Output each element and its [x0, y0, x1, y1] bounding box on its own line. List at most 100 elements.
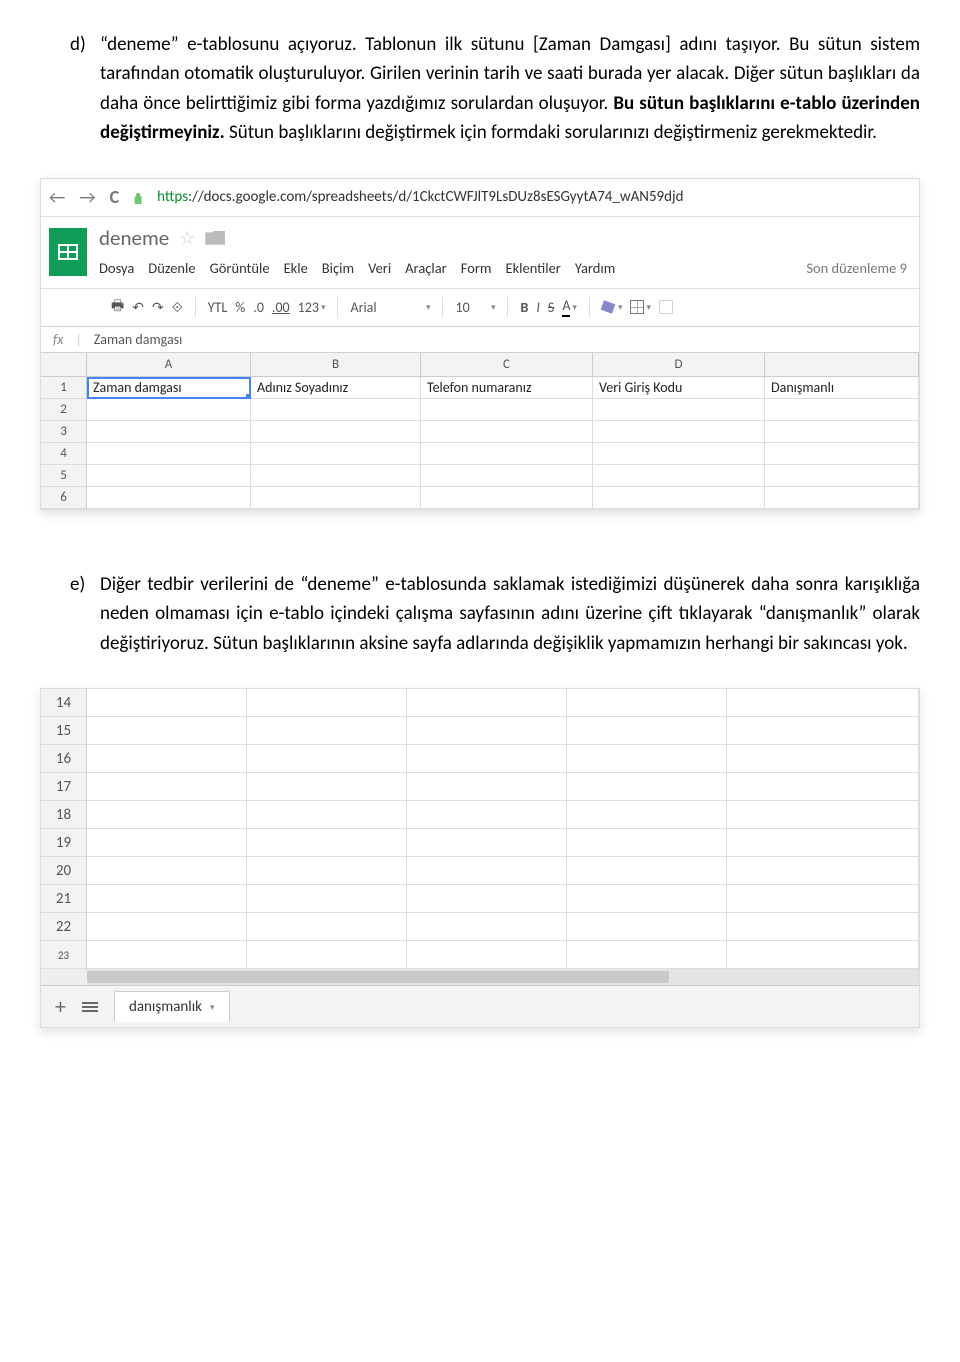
paint-format-icon[interactable]: ⟐ — [172, 299, 183, 316]
row-header[interactable]: 3 — [41, 421, 87, 443]
cell[interactable] — [247, 745, 407, 773]
dec-more-button[interactable]: .00 — [272, 299, 290, 316]
cell[interactable] — [567, 689, 727, 717]
cell[interactable] — [567, 885, 727, 913]
row-header[interactable]: 6 — [41, 487, 87, 509]
cell[interactable] — [407, 801, 567, 829]
cell[interactable] — [593, 399, 765, 421]
cell[interactable] — [407, 745, 567, 773]
cell[interactable] — [251, 443, 421, 465]
cell[interactable] — [87, 913, 247, 941]
cell[interactable] — [247, 801, 407, 829]
cell[interactable] — [87, 717, 247, 745]
cell[interactable] — [593, 421, 765, 443]
cell-b1[interactable]: Adınız Soyadınız — [251, 377, 421, 399]
cell-d1[interactable]: Veri Giriş Kodu — [593, 377, 765, 399]
cell[interactable] — [727, 885, 919, 913]
forward-icon[interactable]: → — [79, 186, 95, 208]
cell[interactable] — [251, 399, 421, 421]
cell[interactable] — [247, 885, 407, 913]
borders-button[interactable]: ▾ — [630, 300, 651, 314]
redo-icon[interactable]: ↷ — [152, 299, 164, 316]
cell[interactable] — [407, 717, 567, 745]
cell[interactable] — [251, 487, 421, 509]
row-header[interactable]: 20 — [41, 857, 87, 885]
cell[interactable] — [727, 913, 919, 941]
italic-button[interactable]: I — [536, 299, 540, 316]
url-text[interactable]: https://docs.google.com/spreadsheets/d/1… — [157, 188, 683, 206]
row-header[interactable]: 15 — [41, 717, 87, 745]
cell[interactable] — [407, 829, 567, 857]
cell[interactable] — [421, 487, 593, 509]
sheets-logo[interactable] — [41, 217, 95, 288]
cell[interactable] — [407, 689, 567, 717]
cell[interactable] — [593, 487, 765, 509]
horizontal-scrollbar[interactable] — [41, 969, 919, 985]
cell[interactable] — [765, 421, 919, 443]
sheet-tab-danismanlik[interactable]: danışmanlık ▾ — [114, 991, 230, 1022]
cell[interactable] — [87, 745, 247, 773]
undo-icon[interactable]: ↶ — [132, 299, 144, 316]
cell[interactable] — [407, 773, 567, 801]
cell[interactable] — [421, 421, 593, 443]
cell[interactable] — [87, 689, 247, 717]
cell[interactable] — [247, 773, 407, 801]
menu-bicim[interactable]: Biçim — [322, 259, 354, 277]
cell[interactable] — [87, 465, 251, 487]
print-icon[interactable]: 🖶 — [111, 295, 124, 319]
cell[interactable] — [567, 941, 727, 969]
cell[interactable] — [247, 857, 407, 885]
num-format-button[interactable]: 123 ▾ — [298, 299, 326, 316]
cell[interactable] — [87, 443, 251, 465]
folder-icon[interactable] — [205, 231, 225, 245]
cell[interactable] — [87, 399, 251, 421]
menu-form[interactable]: Form — [461, 259, 492, 277]
bold-button[interactable]: B — [520, 299, 528, 316]
cell[interactable] — [765, 465, 919, 487]
cell[interactable] — [251, 465, 421, 487]
col-header-c[interactable]: C — [421, 353, 593, 376]
menu-veri[interactable]: Veri — [368, 259, 391, 277]
cell-e1[interactable]: Danışmanlı — [765, 377, 919, 399]
reload-icon[interactable]: C — [110, 186, 120, 208]
row-header[interactable]: 19 — [41, 829, 87, 857]
back-icon[interactable]: ← — [49, 186, 65, 208]
cell[interactable] — [247, 717, 407, 745]
cell[interactable] — [407, 941, 567, 969]
cell[interactable] — [421, 399, 593, 421]
chevron-down-icon[interactable]: ▾ — [210, 1002, 215, 1013]
row-header[interactable]: 23 — [41, 941, 87, 969]
row-header[interactable]: 4 — [41, 443, 87, 465]
row-header[interactable]: 21 — [41, 885, 87, 913]
row-header[interactable]: 22 — [41, 913, 87, 941]
cell[interactable] — [727, 857, 919, 885]
currency-button[interactable]: YTL — [208, 299, 228, 316]
cell[interactable] — [251, 421, 421, 443]
menu-ekle[interactable]: Ekle — [284, 259, 308, 277]
cell[interactable] — [567, 857, 727, 885]
cell[interactable] — [87, 857, 247, 885]
cell[interactable] — [567, 717, 727, 745]
row-header[interactable]: 5 — [41, 465, 87, 487]
cell[interactable] — [567, 801, 727, 829]
menu-goruntule[interactable]: Görüntüle — [210, 259, 270, 277]
cell[interactable] — [87, 421, 251, 443]
cell[interactable] — [727, 801, 919, 829]
row-header[interactable]: 17 — [41, 773, 87, 801]
dec-less-button[interactable]: .0 — [253, 299, 264, 316]
cell[interactable] — [727, 941, 919, 969]
cell[interactable] — [247, 941, 407, 969]
cell[interactable] — [247, 829, 407, 857]
formula-bar[interactable]: fx | Zaman damgası — [41, 327, 919, 353]
cell[interactable] — [87, 885, 247, 913]
menu-yardim[interactable]: Yardım — [575, 259, 615, 277]
cell[interactable] — [567, 745, 727, 773]
add-sheet-icon[interactable]: + — [55, 993, 66, 1020]
cell[interactable] — [567, 829, 727, 857]
cell[interactable] — [765, 443, 919, 465]
cell[interactable] — [247, 689, 407, 717]
menu-duzenle[interactable]: Düzenle — [148, 259, 195, 277]
percent-button[interactable]: % — [235, 299, 245, 316]
col-header-e[interactable] — [765, 353, 919, 376]
cell[interactable] — [407, 885, 567, 913]
